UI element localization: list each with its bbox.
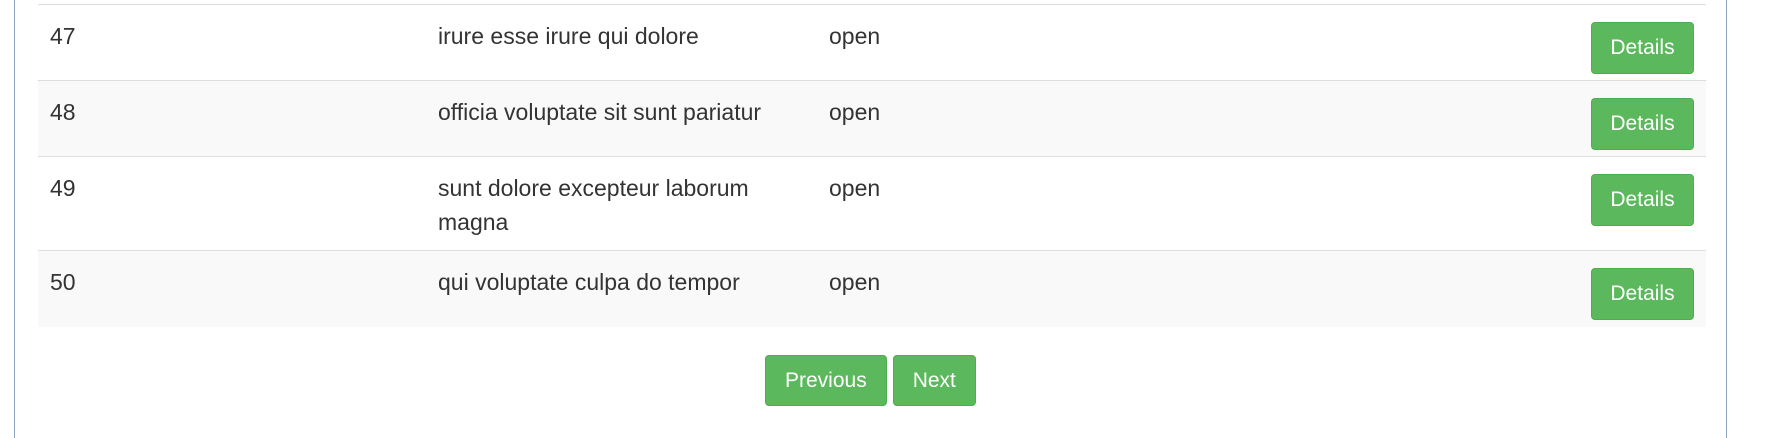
row-action-cell: Details: [941, 157, 1706, 251]
row-id: 49: [50, 175, 76, 201]
items-table: 47 irure esse irure qui dolore open Deta…: [38, 4, 1706, 327]
row-id: 50: [50, 269, 76, 295]
table-row: 47 irure esse irure qui dolore open Deta…: [38, 4, 1706, 81]
row-title: irure esse irure qui dolore: [438, 23, 699, 49]
table-row: 48 officia voluptate sit sunt pariatur o…: [38, 80, 1706, 157]
details-button[interactable]: Details: [1591, 174, 1694, 226]
row-action-cell: Details: [941, 251, 1706, 327]
row-id: 48: [50, 99, 76, 125]
next-button[interactable]: Next: [892, 355, 976, 406]
previous-button[interactable]: Previous: [765, 355, 887, 406]
details-button[interactable]: Details: [1591, 268, 1694, 320]
table-row: 50 qui voluptate culpa do tempor open De…: [38, 250, 1706, 327]
details-button[interactable]: Details: [1591, 98, 1694, 150]
row-title: officia voluptate sit sunt pariatur: [438, 99, 762, 125]
details-button[interactable]: Details: [1591, 22, 1694, 74]
row-status: open: [829, 175, 881, 201]
row-action-cell: Details: [941, 5, 1706, 81]
row-action-cell: Details: [941, 81, 1706, 157]
pagination: Previous Next: [765, 355, 976, 406]
row-title: sunt dolore excepteur laborum magna: [438, 175, 749, 235]
row-status: open: [829, 269, 881, 295]
row-title: qui voluptate culpa do tempor: [438, 269, 740, 295]
row-id: 47: [50, 23, 76, 49]
table-row: 49 sunt dolore excepteur laborum magna o…: [38, 156, 1706, 251]
row-status: open: [829, 99, 881, 125]
row-status: open: [829, 23, 881, 49]
